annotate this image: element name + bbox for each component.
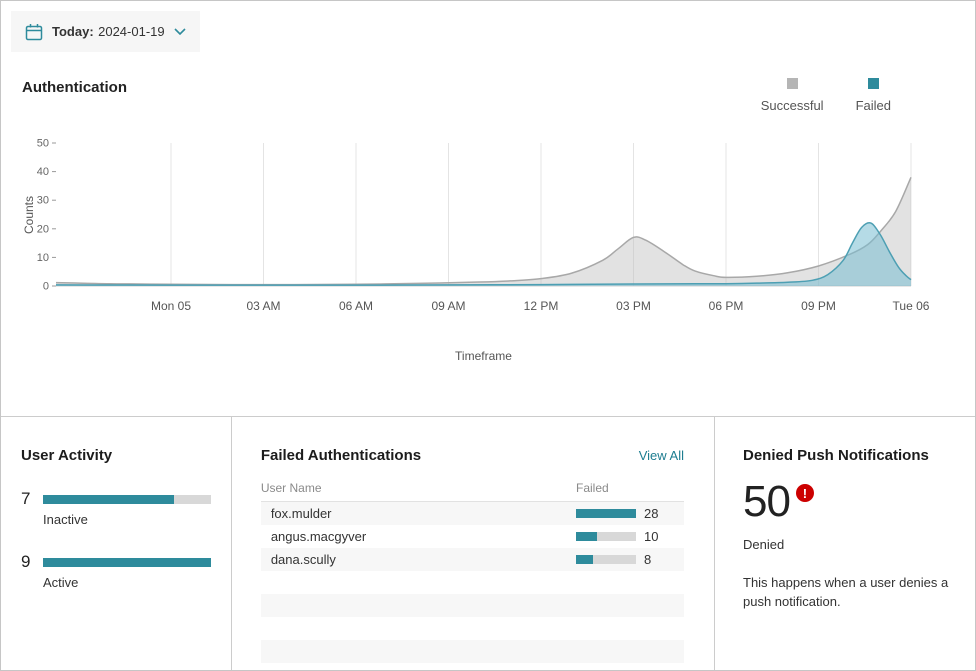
user-name: fox.mulder [261, 506, 576, 521]
denied-push-panel: Denied Push Notifications 50 ! Denied Th… [715, 417, 975, 670]
user-activity-item-inactive: 7 Inactive [21, 489, 211, 527]
svg-text:09 AM: 09 AM [431, 299, 465, 313]
table-row-empty [261, 594, 684, 617]
user-name: angus.macgyver [261, 529, 576, 544]
user-activity-panel: User Activity 7 Inactive 9 Active [1, 417, 232, 670]
table-row: fox.mulder 28 [261, 502, 684, 525]
table-row-empty [261, 617, 684, 640]
failed-authentications-panel: Failed Authentications View All User Nam… [232, 417, 715, 670]
table-row: dana.scully 8 [261, 548, 684, 571]
bottom-panels: User Activity 7 Inactive 9 Active Failed… [1, 416, 975, 670]
svg-text:Counts: Counts [22, 196, 36, 234]
date-picker-value: 2024-01-19 [98, 24, 165, 39]
chart-x-axis-label: Timeframe [56, 349, 911, 363]
legend-label: Failed [856, 98, 891, 113]
legend-swatch [787, 78, 798, 89]
failed-authentications-table: User Name Failed fox.mulder 28 angus.mac… [261, 476, 684, 663]
denied-push-title: Denied Push Notifications [743, 447, 951, 464]
legend-label: Successful [761, 98, 824, 113]
svg-text:09 PM: 09 PM [801, 299, 836, 313]
inactive-label: Inactive [43, 512, 211, 527]
active-count: 9 [21, 552, 35, 572]
column-header-failed: Failed [576, 481, 684, 495]
svg-text:Mon 05: Mon 05 [151, 299, 191, 313]
denied-label: Denied [743, 537, 951, 552]
svg-text:20: 20 [37, 223, 49, 235]
table-row: angus.macgyver 10 [261, 525, 684, 548]
user-activity-title: User Activity [21, 447, 211, 464]
section-title-authentication: Authentication [22, 79, 127, 96]
date-picker-label: Today: [52, 24, 94, 39]
calendar-icon [25, 23, 43, 41]
inactive-bar [43, 495, 211, 504]
active-label: Active [43, 575, 211, 590]
svg-text:06 PM: 06 PM [709, 299, 744, 313]
inactive-bar-fill [43, 495, 174, 504]
svg-text:40: 40 [37, 166, 49, 178]
denied-description: This happens when a user denies a push n… [743, 574, 951, 612]
failed-bar-fill [576, 555, 593, 564]
legend-item-failed: Failed [856, 78, 891, 113]
authentication-chart: Mon 05 03 AM 06 AM 09 AM 12 PM 03 PM 06 PM 09 P… [21, 136, 931, 333]
date-picker[interactable]: Today: 2024-01-19 [11, 11, 200, 52]
view-all-link[interactable]: View All [639, 448, 684, 463]
legend-item-successful: Successful [761, 78, 824, 113]
user-name: dana.scully [261, 552, 576, 567]
dashboard-page: Today: 2024-01-19 Authentication Success… [0, 0, 976, 671]
svg-text:12 PM: 12 PM [524, 299, 559, 313]
svg-text:10: 10 [37, 252, 49, 264]
chart-legend: Successful Failed [761, 78, 891, 113]
svg-text:0: 0 [43, 281, 49, 293]
svg-text:50: 50 [37, 138, 49, 150]
svg-text:06 AM: 06 AM [339, 299, 373, 313]
chevron-down-icon [174, 28, 186, 35]
failed-authentications-title: Failed Authentications [261, 447, 421, 464]
active-bar-fill [43, 558, 211, 567]
column-header-user-name: User Name [261, 481, 576, 495]
failed-count: 10 [644, 529, 658, 544]
table-header: User Name Failed [261, 476, 684, 502]
denied-count: 50 [743, 480, 790, 524]
svg-text:03 PM: 03 PM [616, 299, 651, 313]
failed-bar [576, 509, 636, 518]
svg-text:Tue 06: Tue 06 [893, 299, 930, 313]
table-row-empty [261, 571, 684, 594]
failed-bar-fill [576, 532, 597, 541]
user-activity-item-active: 9 Active [21, 552, 211, 590]
failed-count: 28 [644, 506, 658, 521]
failed-bar-fill [576, 509, 636, 518]
inactive-count: 7 [21, 489, 35, 509]
legend-swatch [868, 78, 879, 89]
active-bar [43, 558, 211, 567]
failed-bar [576, 532, 636, 541]
table-row-empty [261, 640, 684, 663]
failed-count: 8 [644, 552, 651, 567]
svg-text:30: 30 [37, 195, 49, 207]
failed-bar [576, 555, 636, 564]
alert-icon: ! [796, 484, 814, 502]
svg-text:03 AM: 03 AM [246, 299, 280, 313]
